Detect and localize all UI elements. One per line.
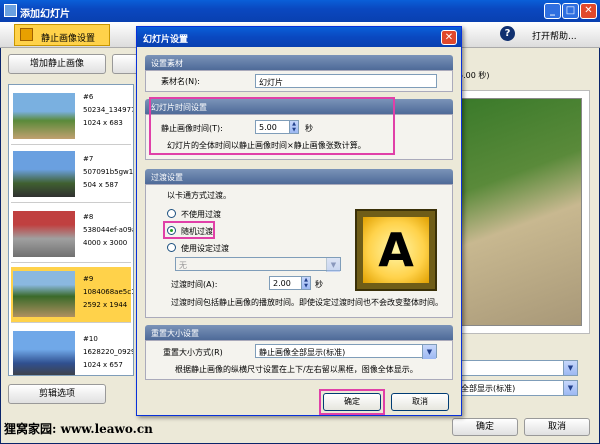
radio-no-transition[interactable] bbox=[167, 209, 176, 218]
photo-list[interactable]: #6 50234_1349771 1024 x 683 #7 507091b5g… bbox=[8, 84, 134, 376]
photo-thumbnail bbox=[13, 271, 75, 317]
add-still-image-button[interactable]: 增加静止画像 bbox=[8, 54, 106, 74]
window-title: 添加幻灯片 bbox=[0, 0, 600, 22]
photo-thumbnail bbox=[13, 93, 75, 139]
photo-name: 507091b5gw1e2 bbox=[83, 168, 134, 176]
list-item-selected[interactable]: #9 1084068ae5c1b 2592 x 1944 bbox=[11, 267, 133, 323]
photo-number: #6 bbox=[83, 93, 94, 101]
photo-size: 504 x 587 bbox=[83, 181, 119, 189]
resize-method-value: 静止画像全部显示(标准) bbox=[259, 348, 346, 357]
resize-method-label: 重置大小方式(R) bbox=[163, 348, 223, 357]
preview-image bbox=[458, 98, 582, 326]
transition-time-unit: 秒 bbox=[315, 280, 323, 289]
highlight-box-timing bbox=[149, 97, 395, 155]
photo-size: 2592 x 1944 bbox=[83, 301, 128, 309]
select-value: 全部显示(标准) bbox=[461, 384, 516, 393]
maximize-button[interactable]: □ bbox=[562, 3, 579, 19]
resize-method-select[interactable]: 静止画像全部显示(标准) ▼ bbox=[255, 344, 437, 359]
chevron-down-icon: ▼ bbox=[326, 258, 340, 272]
right-select-2[interactable]: 全部显示(标准) ▼ bbox=[458, 380, 578, 396]
photo-thumbnail bbox=[13, 211, 75, 257]
list-item[interactable]: #6 50234_1349771 1024 x 683 bbox=[11, 89, 133, 145]
minimize-button[interactable]: _ bbox=[544, 3, 561, 19]
image-settings-icon bbox=[20, 28, 33, 41]
chevron-down-icon: ▼ bbox=[563, 361, 577, 375]
help-icon[interactable]: ? bbox=[500, 26, 515, 41]
list-item[interactable]: #10 1628220_09293 1024 x 657 bbox=[11, 327, 133, 375]
dialog-cancel-button[interactable]: 取消 bbox=[391, 393, 449, 411]
photo-size: 1024 x 683 bbox=[83, 119, 123, 127]
photo-thumbnail bbox=[13, 331, 75, 375]
ok-button-outer[interactable]: 确定 bbox=[452, 418, 518, 436]
transition-select[interactable]: 无 ▼ bbox=[175, 257, 341, 272]
photo-size: 4000 x 3000 bbox=[83, 239, 128, 247]
dialog-title: 幻灯片设置 bbox=[137, 27, 461, 47]
transition-note: 过渡时间包括静止画像的播放时间。即使设定过渡时间也不会改变整体时间。 bbox=[171, 298, 443, 307]
dialog-close-button[interactable]: ✕ bbox=[441, 30, 457, 45]
transition-select-value: 无 bbox=[179, 261, 187, 270]
clip-options-button[interactable]: 剪辑选项 bbox=[8, 384, 106, 404]
total-time-label: 5.00 秒) bbox=[458, 71, 490, 80]
transition-header: 过渡设置 bbox=[145, 169, 453, 184]
close-button[interactable]: ✕ bbox=[580, 3, 597, 19]
photo-name: 538044ef-a09a- bbox=[83, 226, 134, 234]
transition-intro: 以卡通方式过渡。 bbox=[167, 191, 231, 200]
chevron-down-icon: ▼ bbox=[422, 345, 436, 359]
help-link[interactable]: 打开帮助... bbox=[532, 29, 577, 42]
transition-preview-icon: A bbox=[363, 217, 429, 283]
photo-number: #9 bbox=[83, 275, 94, 283]
photo-name: 1084068ae5c1b bbox=[83, 288, 133, 296]
material-header: 设置素材 bbox=[145, 55, 453, 70]
app-icon bbox=[4, 4, 17, 17]
slideshow-settings-dialog: 幻灯片设置 ✕ 设置素材 素材名(N): 幻灯片 幻灯片时间设置 静止画像时间(… bbox=[136, 26, 462, 416]
photo-thumbnail bbox=[13, 151, 75, 197]
photo-name: 50234_1349771 bbox=[83, 106, 133, 114]
resize-note: 根据静止画像的纵横尺寸设置在上下/左右留以黑框，图像全体显示。 bbox=[175, 365, 418, 374]
highlight-box-ok bbox=[319, 389, 385, 415]
photo-number: #10 bbox=[83, 335, 98, 343]
resize-header: 重置大小设置 bbox=[145, 325, 453, 340]
transition-time-label: 过渡时间(A): bbox=[171, 280, 218, 289]
list-item[interactable]: #8 538044ef-a09a- 4000 x 3000 bbox=[11, 207, 134, 263]
material-name-input[interactable]: 幻灯片 bbox=[255, 74, 437, 88]
transition-time-spinner[interactable]: ▲ ▼ bbox=[301, 276, 311, 290]
photo-number: #7 bbox=[83, 155, 94, 163]
radio-no-transition-label: 不使用过渡 bbox=[181, 210, 221, 219]
material-name-label: 素材名(N): bbox=[161, 77, 200, 86]
highlight-box-random bbox=[163, 221, 215, 239]
site-watermark: 狸窝家园: www.leawo.cn bbox=[4, 422, 153, 436]
chevron-down-icon: ▼ bbox=[563, 381, 577, 395]
photo-number: #8 bbox=[83, 213, 94, 221]
photo-size: 1024 x 657 bbox=[83, 361, 123, 369]
transition-time-input[interactable]: 2.00 bbox=[269, 276, 303, 290]
right-select-1[interactable]: ▼ bbox=[458, 360, 578, 376]
photo-name: 1628220_09293 bbox=[83, 348, 133, 356]
list-item[interactable]: #7 507091b5gw1e2 504 x 587 bbox=[11, 147, 134, 203]
radio-set-transition-label: 使用设定过渡 bbox=[181, 244, 229, 253]
cancel-button-outer[interactable]: 取消 bbox=[524, 418, 590, 436]
radio-set-transition[interactable] bbox=[167, 243, 176, 252]
